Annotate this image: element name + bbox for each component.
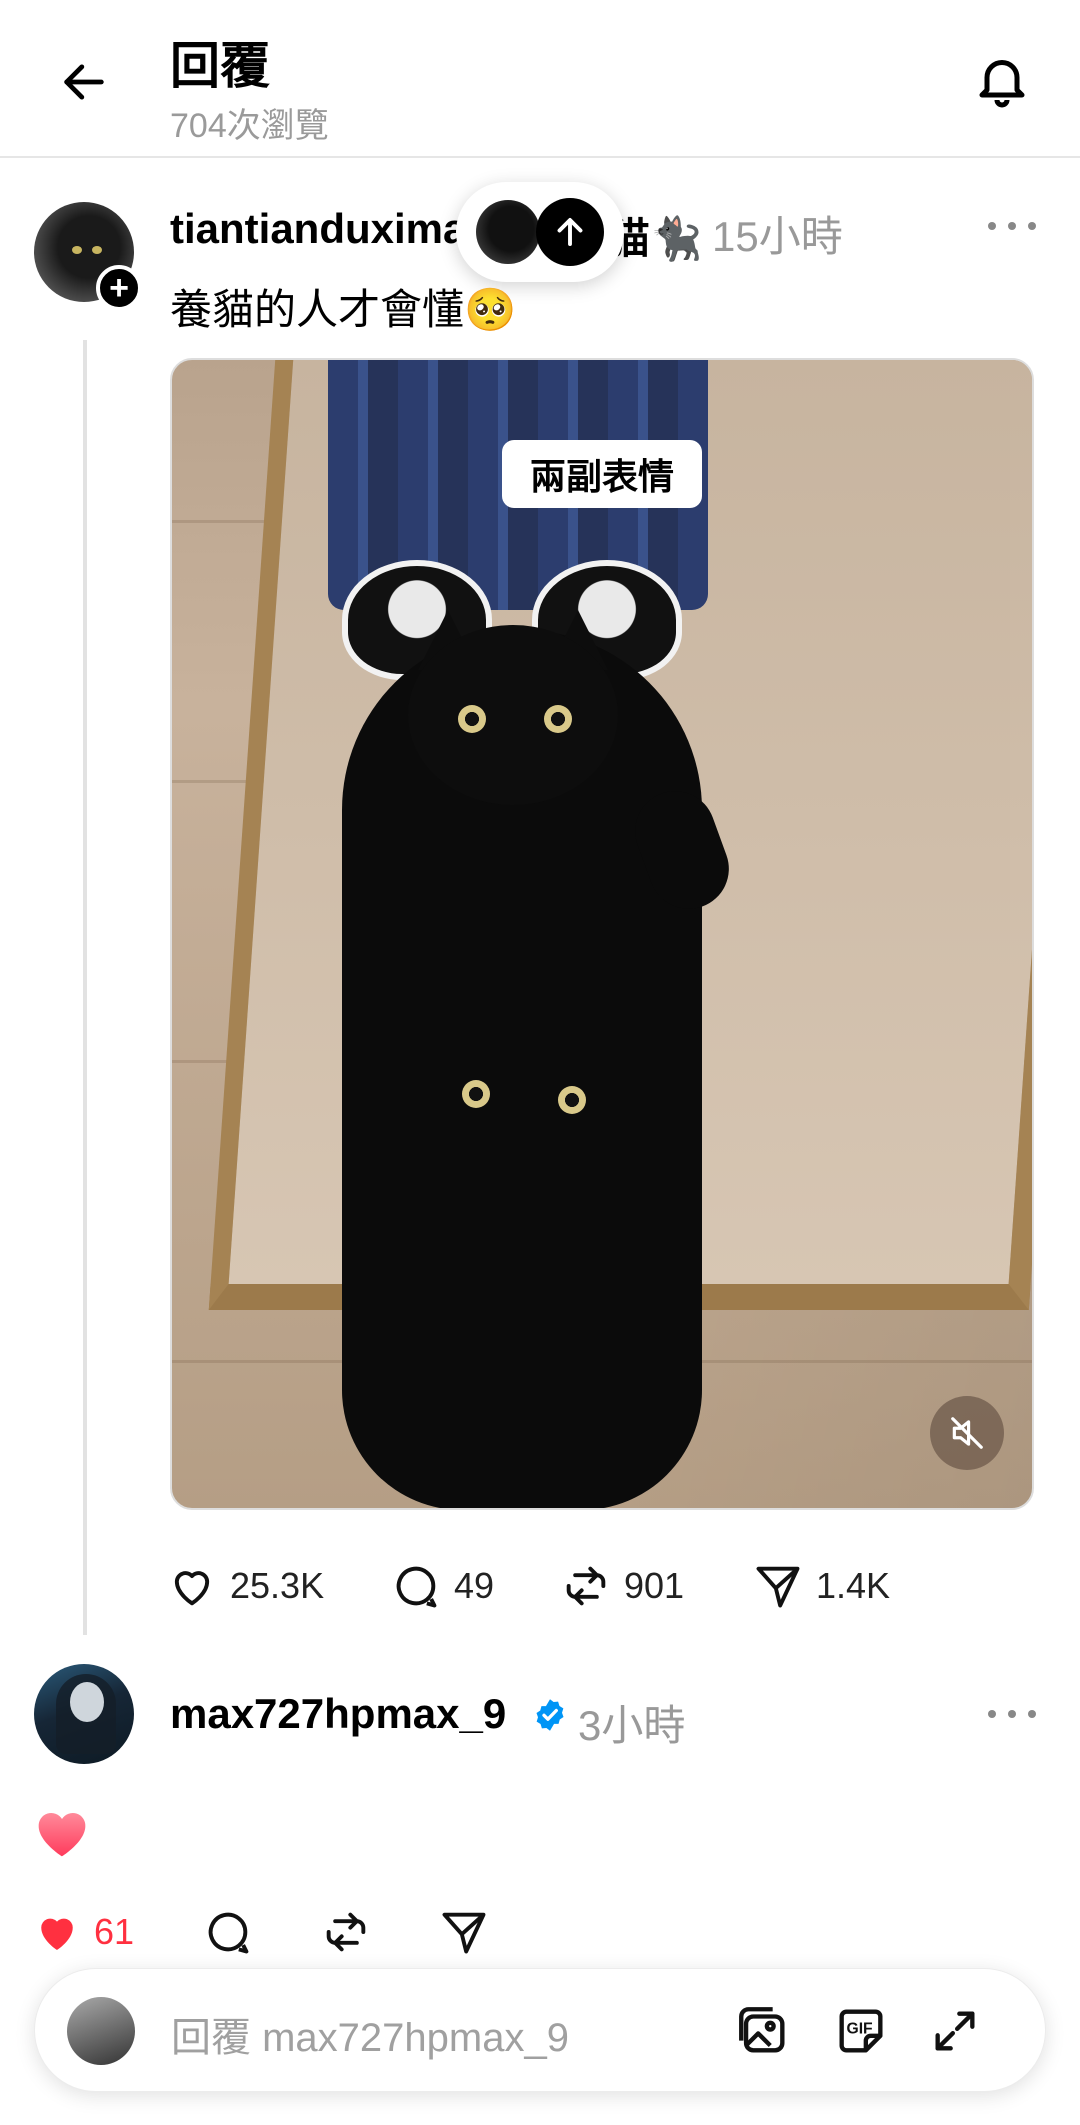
send-icon <box>756 1566 800 1608</box>
dot <box>988 222 996 230</box>
expand-button[interactable] <box>923 1999 987 2063</box>
reply-like-button[interactable]: 61 <box>30 1902 134 1962</box>
svg-text:GIF: GIF <box>847 2020 874 2037</box>
cat-eye-reflection <box>558 1086 586 1114</box>
pill-avatar <box>476 200 540 264</box>
bell-icon <box>979 60 1025 108</box>
view-count: 704次瀏覽 <box>170 107 329 145</box>
gif-button[interactable]: GIF <box>829 1999 893 2063</box>
comment-button[interactable]: 49 <box>390 1556 494 1616</box>
top-bar: 回覆 704次瀏覽 <box>0 0 1080 158</box>
reply-username[interactable]: max727hpmax_9 <box>170 1690 506 1738</box>
follow-button[interactable]: + <box>96 265 142 311</box>
reply-composer: 回覆 max727hpmax_9 GIF <box>34 1968 1046 2092</box>
post-timestamp: 15小時 <box>712 213 843 260</box>
dot <box>1028 222 1036 230</box>
dot <box>1008 222 1016 230</box>
mute-button[interactable] <box>930 1396 1004 1470</box>
dot <box>988 1710 996 1718</box>
like-count: 25.3K <box>230 1565 325 1606</box>
cat-eye <box>544 705 572 733</box>
speaker-muted-icon <box>951 1417 983 1449</box>
reply-share-button[interactable] <box>438 1902 490 1962</box>
notifications-button[interactable] <box>966 44 1038 116</box>
arrow-up-icon <box>536 198 604 266</box>
comment-count: 49 <box>454 1565 495 1606</box>
avatar-eye <box>72 246 82 254</box>
dot <box>1028 1710 1036 1718</box>
current-user-avatar <box>67 1997 135 2065</box>
heart-icon <box>174 1571 210 1606</box>
post-more-button[interactable] <box>982 206 1042 246</box>
video-text-overlay: 兩副表情 <box>502 440 703 508</box>
reply-more-button[interactable] <box>982 1694 1042 1734</box>
comment-icon <box>208 1912 249 1954</box>
cat-head <box>408 625 618 805</box>
page-title: 回覆 <box>170 38 270 94</box>
reply-input[interactable]: 回覆 max727hpmax_9 <box>171 2005 569 2063</box>
heart-filled-icon <box>41 1918 73 1950</box>
expand-icon <box>935 2011 975 2051</box>
back-button[interactable] <box>52 50 116 114</box>
post-video[interactable]: 兩副表情 <box>170 358 1034 1510</box>
reply-timestamp: 3小時 <box>578 1702 686 1749</box>
reply-like-count: 61 <box>94 1911 135 1952</box>
reply-author-avatar[interactable] <box>34 1664 134 1764</box>
cat-eye <box>458 705 486 733</box>
reply-content-heart-icon <box>38 1812 86 1857</box>
dot <box>1008 1710 1016 1718</box>
attach-image-button[interactable] <box>731 1999 795 2063</box>
verified-badge-icon <box>536 1699 564 1731</box>
send-icon <box>442 1912 486 1954</box>
repost-icon <box>326 1912 366 1952</box>
avatar-face <box>70 1682 104 1722</box>
share-count: 1.4K <box>816 1565 891 1606</box>
thread-line <box>83 340 87 1635</box>
repost-button[interactable]: 901 <box>560 1556 684 1616</box>
repost-count: 901 <box>624 1565 685 1606</box>
post-username[interactable]: tiantianduxima <box>170 205 466 253</box>
image-icon <box>739 2007 785 2053</box>
gif-icon: GIF <box>839 2009 883 2053</box>
scroll-to-top-pill[interactable] <box>456 182 624 282</box>
comment-icon <box>396 1566 437 1608</box>
reply-actions: 61 <box>30 1902 630 1962</box>
cat-eye-reflection <box>462 1080 490 1108</box>
arrow-left-icon <box>64 64 104 100</box>
reply-comment-button[interactable] <box>202 1902 254 1962</box>
share-button[interactable]: 1.4K <box>752 1556 890 1616</box>
reply-repost-button[interactable] <box>320 1902 372 1962</box>
post-caption: 養貓的人才會懂🥺 <box>170 286 517 333</box>
avatar-eye <box>92 246 102 254</box>
repost-icon <box>566 1566 606 1606</box>
like-button[interactable]: 25.3K <box>166 1556 324 1616</box>
